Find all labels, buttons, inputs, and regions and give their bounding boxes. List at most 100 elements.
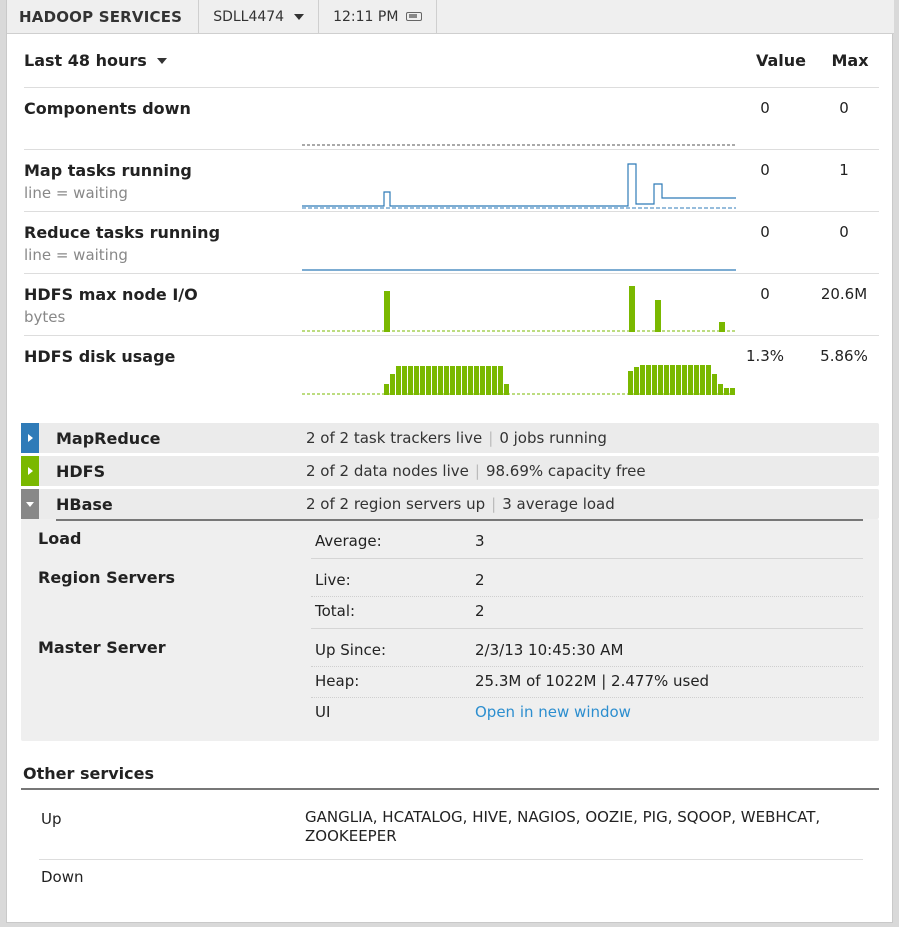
timestamp: 12:11 PM: [319, 0, 438, 33]
services-list: MapReduce 2 of 2 task trackers live | 0 jo…: [21, 423, 879, 741]
service-row-hdfs[interactable]: HDFS 2 of 2 data nodes live | 98.69% capac…: [21, 456, 879, 486]
value-column-header: Value: [755, 51, 807, 70]
io-bar: [719, 322, 725, 332]
service-summary: 2 of 2 task trackers live | 0 jobs running: [306, 429, 607, 447]
hadoop-services-panel: HADOOP SERVICES SDLL4474 12:11 PM Last 4…: [6, 0, 894, 923]
chevron-down-icon: [156, 57, 167, 64]
io-bar: [629, 286, 635, 332]
metric-max: 0: [839, 99, 849, 117]
metric-row-hdfs-disk: HDFS disk usage 1.3% 5.86%: [24, 336, 879, 398]
separator: |: [488, 429, 494, 447]
detail-value: 2: [475, 602, 485, 620]
service-name: MapReduce: [56, 429, 161, 448]
master-server-section-title: Master Server: [38, 638, 166, 657]
metric-value: 0: [760, 161, 770, 179]
components-down-sparkline: [302, 144, 736, 146]
summary-part: 0 jobs running: [499, 429, 607, 447]
chevron-right-icon: [27, 434, 33, 442]
time-range-label: Last 48 hours: [24, 51, 147, 70]
battery-icon: [406, 12, 423, 21]
summary-part: 98.69% capacity free: [485, 462, 646, 480]
service-summary: 2 of 2 region servers up | 3 average load: [306, 495, 615, 513]
metric-sublabel: line = waiting: [24, 184, 128, 202]
reduce-tasks-sparkline: [302, 269, 736, 271]
disk-bars-left: [384, 366, 509, 395]
summary-part: 2 of 2 data nodes live: [306, 462, 469, 480]
metric-value: 0: [760, 99, 770, 117]
metric-value: 0: [760, 285, 770, 303]
hbase-details: Load Average: 3 Region Servers Live: 2 T…: [21, 519, 879, 741]
service-name: HDFS: [56, 462, 106, 481]
divider: [311, 558, 863, 559]
metric-row-map-tasks: Map tasks running line = waiting 0 1: [24, 150, 879, 212]
expand-toggle[interactable]: [21, 423, 39, 453]
separator: |: [491, 495, 497, 513]
down-label: Down: [41, 868, 84, 886]
service-row-mapreduce[interactable]: MapReduce 2 of 2 task trackers live | 0 jo…: [21, 423, 879, 453]
separator: |: [474, 462, 480, 480]
expand-toggle[interactable]: [21, 456, 39, 486]
metrics-header: Last 48 hours Value Max: [24, 34, 879, 88]
detail-value: 2: [475, 571, 485, 589]
detail-value: 25.3M of 1022M | 2.477% used: [475, 672, 710, 690]
other-services-title: Other services: [21, 764, 879, 790]
summary-part: 2 of 2 task trackers live: [306, 429, 483, 447]
metric-label: Reduce tasks running: [24, 223, 221, 242]
metric-label: HDFS max node I/O: [24, 285, 198, 304]
service-name: HBase: [56, 495, 113, 514]
up-services-list: GANGLIA, HCATALOG, HIVE, NAGIOS, OOZIE, …: [305, 808, 821, 845]
open-ui-link[interactable]: Open in new window: [475, 703, 631, 721]
metric-row-reduce-tasks: Reduce tasks running line = waiting 0 0: [24, 212, 879, 274]
collapse-toggle[interactable]: [21, 489, 39, 519]
chevron-right-icon: [27, 467, 33, 475]
detail-key: UI: [315, 703, 331, 721]
panel-header: HADOOP SERVICES SDLL4474 12:11 PM: [7, 0, 894, 34]
divider: [311, 666, 863, 667]
chevron-down-icon: [26, 501, 34, 507]
max-column-header: Max: [831, 51, 869, 70]
divider: [311, 697, 863, 698]
metrics-table: Last 48 hours Value Max Components down …: [24, 34, 879, 398]
detail-key: Up Since:: [315, 641, 386, 659]
summary-part: 3 average load: [502, 495, 615, 513]
metric-row-hdfs-io: HDFS max node I/O bytes 0 20.6M: [24, 274, 879, 336]
map-tasks-sparkline: [302, 163, 736, 209]
metric-sublabel: line = waiting: [24, 246, 128, 264]
region-servers-section-title: Region Servers: [38, 568, 176, 587]
divider: [311, 596, 863, 597]
hbase-details-grid: Load Average: 3 Region Servers Live: 2 T…: [21, 519, 879, 737]
cluster-selector[interactable]: SDLL4474: [199, 0, 320, 33]
up-label: Up: [41, 810, 62, 828]
disk-bars-right: [628, 365, 735, 395]
service-summary: 2 of 2 data nodes live | 98.69% capacity f…: [306, 462, 646, 480]
metric-max: 0: [839, 223, 849, 241]
divider: [311, 628, 863, 629]
detail-value: 3: [475, 532, 485, 550]
time-range-selector[interactable]: Last 48 hours: [24, 51, 741, 70]
time-label: 12:11 PM: [333, 8, 399, 25]
metric-value: 1.3%: [745, 347, 785, 365]
other-services: Other services Up GANGLIA, HCATALOG, HIV…: [21, 764, 879, 886]
summary-part: 2 of 2 region servers up: [306, 495, 486, 513]
metric-max: 5.86%: [820, 347, 868, 365]
metric-label: Map tasks running: [24, 161, 192, 180]
metric-value: 0: [760, 223, 770, 241]
cluster-name: SDLL4474: [213, 8, 285, 25]
detail-key: Average:: [315, 532, 382, 550]
divider: [39, 859, 863, 860]
running-line: [302, 163, 736, 207]
metric-row-components-down: Components down 0 0: [24, 88, 879, 150]
hdfs-io-sparkline: [302, 286, 736, 332]
metric-sublabel: bytes: [24, 308, 66, 326]
metric-label: Components down: [24, 99, 191, 118]
io-bar: [655, 300, 661, 332]
hdfs-disk-sparkline: [302, 365, 736, 395]
detail-key: Heap:: [315, 672, 360, 690]
detail-key: Live:: [315, 571, 351, 589]
load-section-title: Load: [38, 529, 82, 548]
metric-max: 20.6M: [820, 285, 868, 303]
detail-value: 2/3/13 10:45:30 AM: [475, 641, 624, 659]
service-row-hbase[interactable]: HBase 2 of 2 region servers up | 3 average…: [21, 489, 879, 519]
metric-label: HDFS disk usage: [24, 347, 176, 366]
chevron-down-icon: [294, 13, 305, 20]
